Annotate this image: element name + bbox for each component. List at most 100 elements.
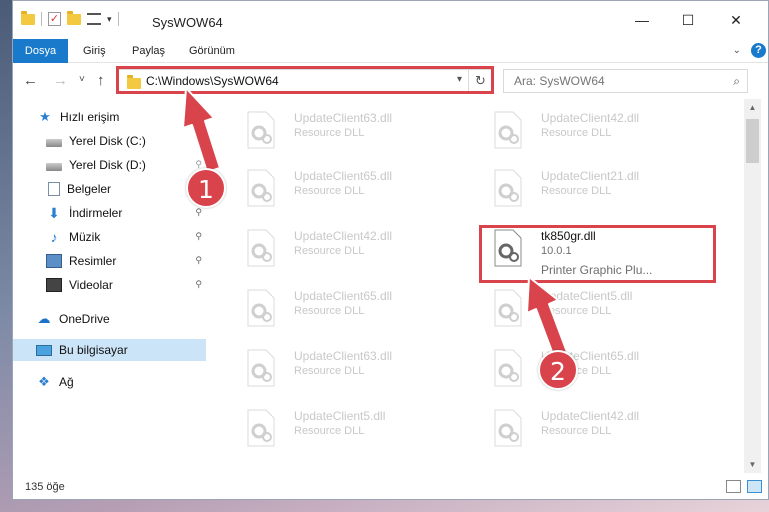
pictures-icon xyxy=(46,254,62,268)
properties-icon[interactable] xyxy=(87,13,101,25)
pin-icon[interactable]: ⚲ xyxy=(195,255,202,266)
sidebar-item-network[interactable]: ❖ Ağ xyxy=(13,371,206,393)
tab-home[interactable]: Giriş xyxy=(73,39,116,63)
sidebar-item-label: OneDrive xyxy=(59,312,110,326)
new-folder-icon[interactable] xyxy=(67,10,81,25)
file-tile[interactable]: UpdateClient42.dll Resource DLL xyxy=(481,101,711,151)
sidebar-item-pictures[interactable]: Resimler ⚲ xyxy=(13,250,206,272)
file-tile[interactable]: UpdateClient42.dll Resource DLL xyxy=(481,399,711,449)
file-name: UpdateClient63.dll xyxy=(294,111,393,125)
file-tile[interactable]: UpdateClient5.dll Resource DLL xyxy=(234,399,464,449)
toolbar-separator xyxy=(117,12,119,26)
tab-share[interactable]: Paylaş xyxy=(122,39,175,63)
network-icon: ❖ xyxy=(38,374,50,389)
help-icon[interactable]: ? xyxy=(751,43,766,58)
file-tile[interactable]: UpdateClient42.dll Resource DLL xyxy=(234,219,464,269)
close-button[interactable]: ✕ xyxy=(721,9,751,31)
file-tile[interactable]: UpdateClient5.dll Resource DLL xyxy=(481,279,711,329)
up-button[interactable]: ↑ xyxy=(97,72,105,89)
sidebar-item-quick-access[interactable]: ★ Hızlı erişim xyxy=(13,106,206,128)
file-type: Resource DLL xyxy=(294,127,365,139)
scroll-down-icon[interactable]: ▼ xyxy=(744,456,761,473)
expand-ribbon-icon[interactable]: ⌄ xyxy=(733,45,741,56)
quick-access-toolbar: ✓ ▾ xyxy=(21,10,119,26)
dll-file-icon xyxy=(247,111,275,149)
star-icon: ★ xyxy=(39,109,51,124)
file-type: Resource DLL xyxy=(294,305,365,317)
toolbar-separator xyxy=(41,12,42,26)
file-tile[interactable]: UpdateClient65.dll Resource DLL xyxy=(234,159,464,209)
sidebar-item-disk-c[interactable]: Yerel Disk (C:) ⚲ xyxy=(13,130,206,152)
navigation-pane: ★ Hızlı erişim Yerel Disk (C:) ⚲ Yerel D… xyxy=(13,99,208,473)
back-button[interactable]: ← xyxy=(23,72,38,89)
item-count: 135 öğe xyxy=(25,481,65,493)
ribbon-tabs: Dosya Giriş Paylaş Görünüm ⌄ ? xyxy=(13,39,768,63)
disk-icon xyxy=(46,138,62,147)
search-box[interactable]: ⌕ xyxy=(503,69,748,93)
file-name: UpdateClient42.dll xyxy=(541,111,640,125)
search-icon[interactable]: ⌕ xyxy=(733,74,740,89)
sidebar-item-videos[interactable]: Videolar ⚲ xyxy=(13,274,206,296)
file-tile[interactable]: UpdateClient65.dll Resource DLL xyxy=(481,339,711,389)
customize-toolbar-icon[interactable]: ▾ xyxy=(107,14,112,25)
tab-view[interactable]: Görünüm xyxy=(179,39,245,63)
dll-file-icon xyxy=(247,289,275,327)
properties-check-icon[interactable]: ✓ xyxy=(48,12,61,26)
pin-icon[interactable]: ⚲ xyxy=(195,135,202,146)
sidebar-item-documents[interactable]: Belgeler ⚲ xyxy=(13,178,206,200)
sidebar-item-label: İndirmeler xyxy=(69,206,123,220)
sidebar-item-disk-d[interactable]: Yerel Disk (D:) ⚲ xyxy=(13,154,206,176)
dll-file-icon xyxy=(494,289,522,327)
tab-file[interactable]: Dosya xyxy=(13,39,68,63)
dll-file-icon xyxy=(247,169,275,207)
sidebar-item-onedrive[interactable]: ☁ OneDrive xyxy=(13,308,206,330)
computer-icon xyxy=(36,344,52,356)
search-input[interactable] xyxy=(504,70,714,92)
scroll-thumb[interactable] xyxy=(746,119,759,163)
sidebar-item-downloads[interactable]: ⬇ İndirmeler ⚲ xyxy=(13,202,206,224)
sidebar-item-label: Bu bilgisayar xyxy=(59,343,128,357)
pin-icon[interactable]: ⚲ xyxy=(195,207,202,218)
dll-file-icon xyxy=(247,349,275,387)
step-marker-2: 2 xyxy=(538,350,578,390)
dll-file-icon xyxy=(247,229,275,267)
sidebar-item-label: Resimler xyxy=(69,254,117,268)
recent-locations-button[interactable]: ˅ xyxy=(79,74,85,85)
dll-file-icon xyxy=(494,169,522,207)
file-tile[interactable]: UpdateClient21.dll Resource DLL xyxy=(481,159,711,209)
sidebar-item-label: Belgeler xyxy=(67,182,112,196)
pin-icon[interactable]: ⚲ xyxy=(195,231,202,242)
file-name: UpdateClient65.dll xyxy=(294,169,393,183)
sidebar-item-label: Ağ xyxy=(59,375,74,389)
file-name: UpdateClient42.dll xyxy=(541,409,640,423)
minimize-button[interactable]: — xyxy=(627,9,657,31)
sidebar-item-label: Hızlı erişim xyxy=(60,110,120,124)
sidebar-item-music[interactable]: ♪ Müzik ⚲ xyxy=(13,226,206,248)
dll-file-icon xyxy=(247,409,275,447)
file-type: Resource DLL xyxy=(294,185,365,197)
details-view-icon[interactable] xyxy=(726,480,741,493)
vertical-scrollbar[interactable]: ▲ ▼ xyxy=(744,99,761,473)
file-tile[interactable]: UpdateClient63.dll Resource DLL xyxy=(234,339,464,389)
file-list: UpdateClient63.dll Resource DLL UpdateCl… xyxy=(220,99,744,473)
pin-icon[interactable]: ⚲ xyxy=(195,279,202,290)
sidebar-item-label: Müzik xyxy=(69,230,101,244)
address-highlight-box xyxy=(116,66,494,94)
scroll-up-icon[interactable]: ▲ xyxy=(744,99,761,116)
file-type: Resource DLL xyxy=(541,185,612,197)
sidebar-item-this-pc[interactable]: Bu bilgisayar xyxy=(13,339,206,361)
forward-button[interactable]: → xyxy=(53,72,68,89)
file-tile[interactable]: UpdateClient65.dll Resource DLL xyxy=(234,279,464,329)
file-type: Resource DLL xyxy=(541,425,612,437)
file-name: UpdateClient5.dll xyxy=(541,289,633,303)
dll-file-icon xyxy=(494,409,522,447)
maximize-button[interactable]: ☐ xyxy=(673,9,703,31)
step-marker-1: 1 xyxy=(186,168,226,208)
large-icons-view-icon[interactable] xyxy=(747,480,762,493)
file-type: Resource DLL xyxy=(294,365,365,377)
status-bar: 135 öğe xyxy=(13,477,768,499)
file-tile[interactable]: UpdateClient63.dll Resource DLL xyxy=(234,101,464,151)
cloud-icon: ☁ xyxy=(37,311,51,326)
document-icon xyxy=(48,182,60,196)
download-icon: ⬇ xyxy=(48,205,60,221)
